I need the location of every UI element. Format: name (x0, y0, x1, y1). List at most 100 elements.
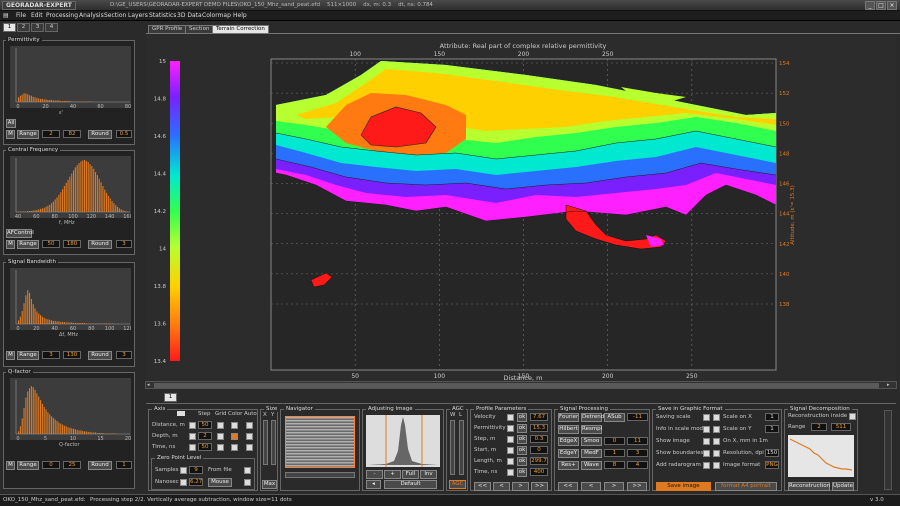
tab-terrain-correction[interactable]: Terrain Correction (212, 25, 269, 34)
histogram[interactable]: 40 60 80 100 120 140 160 (10, 156, 133, 220)
profile-ok-button[interactable]: ok (517, 424, 527, 433)
profile-ok-button[interactable]: ok (517, 457, 527, 466)
profile-param-checkbox[interactable] (507, 447, 514, 454)
axis-color-swatch[interactable] (177, 411, 185, 416)
tab-section[interactable]: Section (185, 25, 214, 34)
agc-button[interactable]: AGC (449, 480, 466, 489)
time-grid-checkbox[interactable] (217, 444, 224, 451)
panel-range-button[interactable]: Range (17, 461, 39, 470)
panel-round-value[interactable]: 3 (116, 240, 132, 248)
panel-round-button[interactable]: Round (88, 461, 112, 470)
signal-first-button[interactable]: << (558, 482, 578, 491)
save-right-input[interactable]: PNG (765, 461, 779, 469)
profile-param-input[interactable]: 299.7 (530, 457, 548, 465)
menu-analysis[interactable]: Analysis (79, 12, 104, 19)
scroll-left-icon[interactable]: ◂ (147, 383, 153, 388)
adjust-inv-button[interactable]: Inv (420, 470, 437, 479)
signal-cell[interactable]: MedF (581, 449, 602, 458)
panel-round-button[interactable]: Round (88, 130, 112, 139)
profile-param-checkbox[interactable] (507, 469, 514, 476)
menu-3d-data[interactable]: 3D Data (177, 12, 202, 19)
panel-range-max[interactable]: 130 (63, 351, 81, 359)
decomp-range-end[interactable]: 511 (831, 423, 851, 431)
signal-last-button[interactable]: >> (627, 482, 647, 491)
signal-cell[interactable]: EdgeX (558, 437, 579, 446)
signal-cell[interactable]: Res+ (558, 461, 579, 470)
signal-cell[interactable]: Smoo (581, 437, 602, 446)
adjust-default-button[interactable]: Default (384, 480, 437, 489)
depth-auto-checkbox[interactable] (246, 433, 253, 440)
distance-grid-checkbox[interactable] (217, 422, 224, 429)
save-right-checkbox[interactable] (713, 450, 720, 457)
signal-cell[interactable]: Resmpl (581, 425, 602, 434)
profile-ok-button[interactable]: ok (517, 413, 527, 422)
panel-m-button[interactable]: M (6, 240, 15, 249)
samples-input[interactable]: 9 (189, 466, 203, 474)
signal-cell[interactable]: 11 (627, 437, 648, 445)
bottom-panel-scrollbar[interactable] (884, 410, 892, 490)
profile-param-input[interactable]: 15.3 (530, 424, 548, 432)
panel-range-button[interactable]: Range (17, 240, 39, 249)
profile-param-checkbox[interactable] (507, 458, 514, 465)
distance-checkbox[interactable] (189, 422, 196, 429)
size-y-slider[interactable] (271, 420, 276, 465)
left-tab-4[interactable]: 4 (45, 23, 58, 32)
signal-cell[interactable]: Detrend (581, 413, 604, 422)
tab-gpr-profile[interactable]: GPR Profile (148, 25, 187, 34)
signal-cell[interactable]: ASub (604, 413, 625, 422)
signal-cell[interactable]: 8 (604, 461, 625, 469)
time-step-input[interactable]: 50 (198, 443, 212, 451)
plot-area[interactable]: 15 14.8 14.6 14.4 14.2 14 13.8 13.6 13.4 50 100 15… (146, 35, 896, 382)
histogram[interactable]: 0 5 10 15 20 (10, 378, 131, 442)
left-tab-2[interactable]: 2 (17, 23, 30, 32)
profile-ok-button[interactable]: ok (517, 446, 527, 455)
adjust-left-button[interactable]: ◂ (366, 480, 381, 489)
close-icon[interactable]: × (887, 1, 897, 10)
panel-m-button[interactable]: M (6, 461, 15, 470)
menu-help[interactable]: Help (233, 12, 247, 19)
save-right-checkbox[interactable] (713, 414, 720, 421)
profile-next-button[interactable]: > (512, 482, 529, 491)
scrollbar-thumb[interactable] (154, 383, 879, 388)
menu-layers[interactable]: Layers (128, 12, 148, 19)
save-right-input[interactable]: 150 (765, 449, 779, 457)
signal-cell[interactable]: Hilbert (558, 425, 579, 434)
save-right-checkbox[interactable] (713, 426, 720, 433)
save-option-checkbox[interactable] (703, 462, 710, 469)
menu-icon[interactable]: ▤ (3, 12, 9, 19)
from-file-checkbox[interactable] (244, 467, 251, 474)
panel-range-min[interactable]: 50 (42, 240, 60, 248)
histogram[interactable]: 0 20 40 60 80 100 120 (10, 268, 133, 332)
signal-cell[interactable]: -11 (627, 413, 648, 421)
panel-m-button[interactable]: M (6, 351, 15, 360)
panel-option-button[interactable]: AFControl (6, 229, 34, 238)
horizontal-scrollbar[interactable]: ◂ ▸ (145, 381, 897, 389)
adjust-full-button[interactable]: Full (402, 470, 419, 479)
signal-cell[interactable]: 0 (604, 437, 625, 445)
save-option-checkbox[interactable] (703, 426, 710, 433)
adjust-plus-button[interactable]: + (384, 470, 401, 479)
panel-range-button[interactable]: Range (17, 351, 39, 360)
agc-l-slider[interactable] (459, 420, 464, 475)
navigator-slider[interactable] (285, 472, 355, 478)
adjust-minus-button[interactable]: - (366, 470, 383, 479)
distance-color-swatch[interactable] (231, 422, 238, 429)
profile-param-input[interactable]: 7.67 (530, 413, 548, 421)
distance-step-input[interactable]: 50 (198, 421, 212, 429)
section-plot[interactable]: 15 14.8 14.6 14.4 14.2 14 13.8 13.6 13.4 50 100 15… (146, 35, 896, 382)
signal-cell[interactable]: EdgeY (558, 449, 579, 458)
mouse-button[interactable]: Mouse (208, 478, 232, 487)
decomp-range-start[interactable]: 2 (811, 423, 827, 431)
size-max-button[interactable]: Max (262, 480, 277, 489)
nanosec-input[interactable]: 6.27 (189, 478, 203, 486)
samples-checkbox[interactable] (180, 467, 187, 474)
signal-prev-button[interactable]: < (581, 482, 601, 491)
signal-cell[interactable]: 4 (627, 461, 648, 469)
profile-last-button[interactable]: >> (531, 482, 548, 491)
menu-file[interactable]: File (16, 12, 26, 19)
panel-m-button[interactable]: M (6, 130, 15, 139)
reconstruction-inside-checkbox[interactable] (849, 413, 856, 420)
profile-param-input[interactable]: 0.3 (530, 435, 548, 443)
panel-range-min[interactable]: 2 (42, 130, 60, 138)
reconstruction-button[interactable]: Reconstruction (788, 482, 830, 491)
